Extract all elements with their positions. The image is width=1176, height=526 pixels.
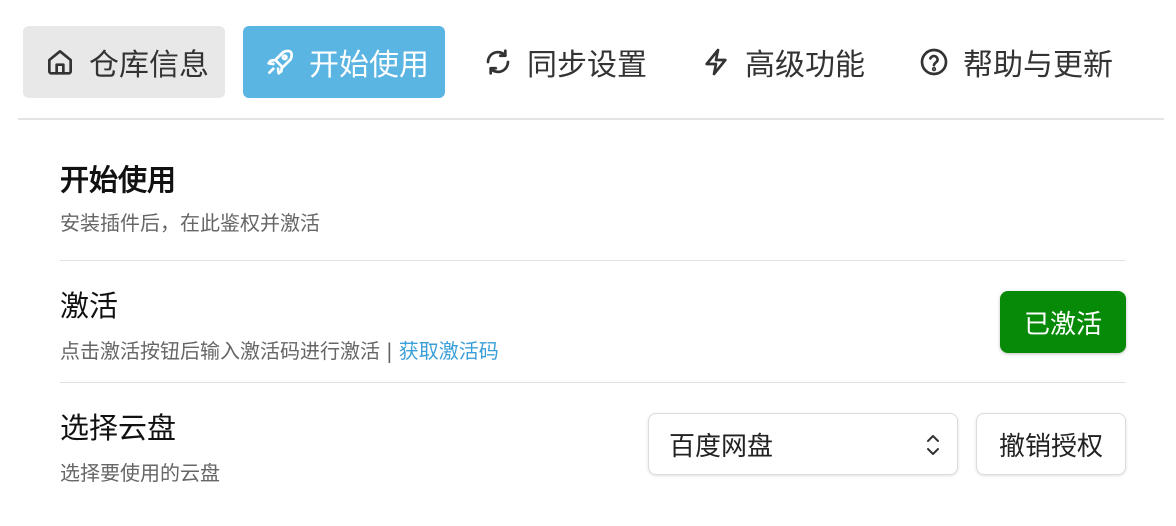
tab-advanced[interactable]: 高级功能 xyxy=(681,26,881,98)
setting-activate: 激活 点击激活按钮后输入激活码进行激活 | 获取激活码 已激活 xyxy=(60,261,1126,383)
cloud-controls: 百度网盘 撤销授权 xyxy=(647,413,1126,475)
selected-option: 百度网盘 xyxy=(668,431,773,462)
tab-getting-started[interactable]: 开始使用 xyxy=(243,26,445,98)
home-icon xyxy=(43,45,77,79)
section-description: 安装插件后，在此鉴权并激活 xyxy=(60,211,320,235)
tab-label: 同步设置 xyxy=(527,48,647,83)
tab-label: 高级功能 xyxy=(745,48,865,83)
setting-name: 选择云盘 xyxy=(60,411,177,445)
tab-label: 帮助与更新 xyxy=(963,48,1113,83)
settings-content: 开始使用 安装插件后，在此鉴权并激活 激活 点击激活按钮后输入激活码进行激活 | 获… xyxy=(60,150,1126,505)
get-activation-code-link[interactable]: 获取激活码 xyxy=(399,339,499,363)
setting-cloud-drive: 选择云盘 选择要使用的云盘 百度网盘 撤销授权 xyxy=(60,383,1126,505)
refresh-icon xyxy=(481,45,515,79)
tab-help-updates[interactable]: 帮助与更新 xyxy=(899,26,1129,98)
setting-name: 激活 xyxy=(60,289,119,323)
tab-repo-info[interactable]: 仓库信息 xyxy=(23,26,225,98)
revoke-authorization-button[interactable]: 撤销授权 xyxy=(975,413,1126,475)
tab-divider xyxy=(18,118,1164,120)
section-header: 开始使用 安装插件后，在此鉴权并激活 xyxy=(60,150,1126,261)
chevron-up-down-icon xyxy=(925,432,941,458)
separator: | xyxy=(386,339,393,363)
rocket-icon xyxy=(263,45,297,79)
section-title: 开始使用 xyxy=(60,163,177,197)
tab-sync-settings[interactable]: 同步设置 xyxy=(463,26,663,98)
cloud-drive-select[interactable]: 百度网盘 xyxy=(647,413,958,475)
tab-bar: 仓库信息 开始使用 同步设置 高级功能 帮助与更新 xyxy=(18,26,1164,98)
activate-description: 点击激活按钮后输入激活码进行激活 xyxy=(60,339,380,363)
setting-description: 选择要使用的云盘 xyxy=(60,461,220,485)
lightning-icon xyxy=(699,45,733,79)
activate-controls: 已激活 xyxy=(999,291,1126,353)
activated-button[interactable]: 已激活 xyxy=(999,291,1126,353)
setting-description: 点击激活按钮后输入激活码进行激活 | 获取激活码 xyxy=(60,335,499,364)
help-circle-icon xyxy=(917,45,951,79)
settings-page: 仓库信息 开始使用 同步设置 高级功能 帮助与更新 开始使用 安装插件后，在此鉴… xyxy=(0,0,1176,526)
tab-label: 开始使用 xyxy=(309,48,429,83)
tab-label: 仓库信息 xyxy=(89,48,209,83)
